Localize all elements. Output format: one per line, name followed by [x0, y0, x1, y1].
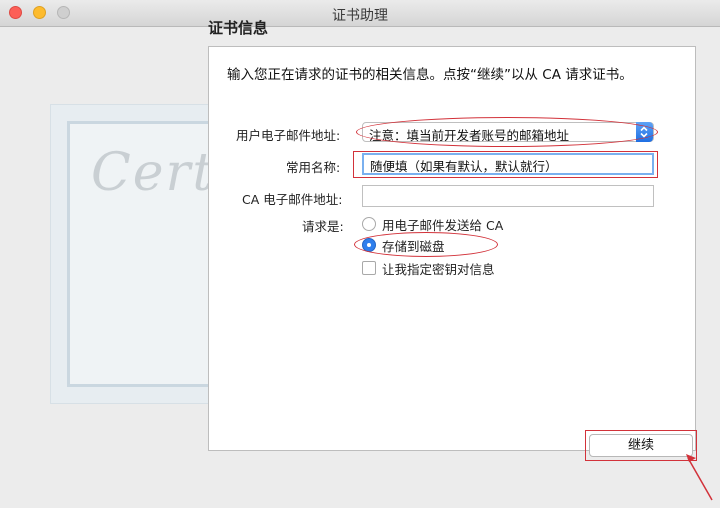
annotation-ellipse-save-to-disk: [354, 232, 498, 257]
instruction-text: 输入您正在请求的证书的相关信息。点按“继续”以从 CA 请求证书。: [227, 67, 633, 83]
email-to-ca-radio[interactable]: [362, 217, 376, 231]
email-to-ca-label[interactable]: 用电子邮件发送给 CA: [382, 215, 503, 234]
section-title: 证书信息: [208, 19, 269, 37]
ca-email-label: CA 电子邮件地址:: [242, 192, 343, 207]
common-name-label: 常用名称:: [286, 160, 341, 175]
specify-key-pair-checkbox[interactable]: [362, 261, 376, 275]
window-title: 证书助理: [332, 8, 388, 24]
window-titlebar: 证书助理: [0, 0, 720, 27]
annotation-arrow-icon: [686, 454, 713, 501]
request-label: 请求是:: [302, 219, 344, 234]
annotation-ellipse-email: [356, 117, 658, 147]
annotation-rect-common-name: [353, 151, 658, 178]
ca-email-field[interactable]: [362, 185, 654, 207]
email-label: 用户电子邮件地址:: [236, 128, 341, 143]
specify-key-pair-label[interactable]: 让我指定密钥对信息: [382, 259, 495, 278]
